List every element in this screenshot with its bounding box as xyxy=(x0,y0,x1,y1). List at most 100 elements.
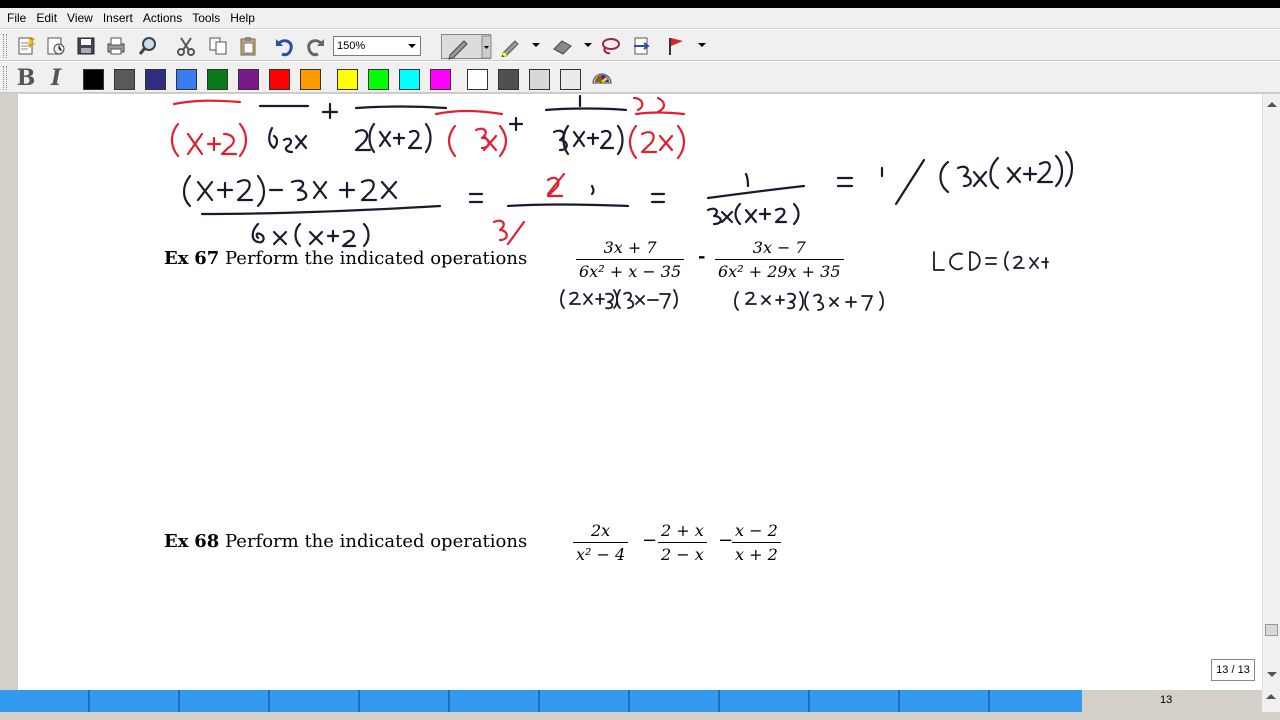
paste-icon[interactable] xyxy=(236,34,260,58)
ex68-fraction-1: 2x x² − 4 xyxy=(573,521,629,564)
menu-view[interactable]: View xyxy=(62,9,98,27)
new-page-icon[interactable] xyxy=(14,34,38,58)
ink-black-strokes-row2 xyxy=(182,150,1074,248)
page-tab[interactable] xyxy=(720,690,810,712)
zoom-select[interactable]: 150% xyxy=(333,36,421,56)
bold-button[interactable]: B xyxy=(14,65,38,91)
color-swatch[interactable] xyxy=(176,69,197,90)
app-window: File Edit View Insert Actions Tools Help xyxy=(0,8,1280,720)
color-swatch[interactable] xyxy=(498,69,519,90)
ex67-number: 67 xyxy=(194,248,220,269)
undo-icon[interactable] xyxy=(272,34,296,58)
print-icon[interactable] xyxy=(104,34,128,58)
vertical-scrollbar[interactable] xyxy=(1262,94,1280,694)
highlighter-icon[interactable] xyxy=(498,34,522,58)
toolbar-grip[interactable] xyxy=(3,66,7,90)
redo-icon[interactable] xyxy=(304,34,328,58)
color-swatch[interactable] xyxy=(560,69,581,90)
menu-bar: File Edit View Insert Actions Tools Help xyxy=(0,8,1280,28)
pen-tool-button[interactable] xyxy=(441,34,492,60)
ex68-fraction-3: x − 2 x + 2 xyxy=(732,521,781,564)
page-sorter-strip: 13 xyxy=(0,690,1280,720)
scroll-down-icon[interactable] xyxy=(1267,672,1277,677)
toolbar-grip[interactable] xyxy=(3,34,7,58)
scrollbar-thumb[interactable] xyxy=(1265,624,1278,636)
color-swatch[interactable] xyxy=(300,69,321,90)
page-indicator: 13 / 13 xyxy=(1211,659,1255,681)
italic-button[interactable]: I xyxy=(44,65,68,91)
find-icon[interactable] xyxy=(136,34,160,58)
ex68-number: 68 xyxy=(194,531,220,552)
page-tab[interactable] xyxy=(360,690,450,712)
color-swatch[interactable] xyxy=(269,69,290,90)
page-tab[interactable] xyxy=(90,690,180,712)
ex67-fraction-2: 3x − 7 6x² + 29x + 35 xyxy=(715,238,844,281)
ink-black-strokes-row1 xyxy=(258,94,628,156)
page-tab[interactable] xyxy=(900,690,990,712)
color-swatch[interactable] xyxy=(399,69,420,90)
copy-icon[interactable] xyxy=(206,34,230,58)
color-swatch[interactable] xyxy=(430,69,451,90)
color-swatch[interactable] xyxy=(337,69,358,90)
ex68-text: Perform the indicated operations xyxy=(224,531,528,552)
ex67-text: Perform the indicated operations xyxy=(224,248,528,269)
cut-icon[interactable] xyxy=(174,34,198,58)
color-swatch[interactable] xyxy=(83,69,104,90)
color-swatch[interactable] xyxy=(145,69,166,90)
menu-edit[interactable]: Edit xyxy=(31,9,62,27)
page-tab[interactable] xyxy=(540,690,630,712)
color-swatch[interactable] xyxy=(467,69,488,90)
color-swatch[interactable] xyxy=(114,69,135,90)
main-toolbar: 150% xyxy=(0,29,1280,61)
lasso-icon[interactable] xyxy=(598,34,622,58)
ex68-frac3-denominator: x + 2 xyxy=(735,545,778,564)
menu-file[interactable]: File xyxy=(2,9,31,27)
left-gutter xyxy=(0,94,18,694)
page-tab[interactable] xyxy=(180,690,270,712)
ex68-frac1-numerator: 2x xyxy=(591,521,611,540)
ex68-frac1-denominator: x² − 4 xyxy=(576,545,626,564)
page-number: 13 xyxy=(1160,694,1173,706)
eraser-icon[interactable] xyxy=(550,34,574,58)
menu-tools[interactable]: Tools xyxy=(187,9,225,27)
strip-scroll-button[interactable] xyxy=(1262,690,1280,712)
color-swatch[interactable] xyxy=(529,69,550,90)
scroll-up-icon[interactable] xyxy=(1267,102,1277,107)
ex67-statement: Ex 67 Perform the indicated operations xyxy=(164,248,527,269)
eraser-dropdown[interactable] xyxy=(584,43,592,47)
menu-actions[interactable]: Actions xyxy=(138,9,187,27)
page-tab[interactable] xyxy=(810,690,900,712)
ex67-frac2-denominator: 6x² + 29x + 35 xyxy=(718,262,841,281)
save-icon[interactable] xyxy=(74,34,98,58)
color-palette-icon[interactable] xyxy=(590,66,614,90)
ex67-frac2-numerator: 3x − 7 xyxy=(752,238,806,257)
page-tab[interactable] xyxy=(0,690,90,712)
color-swatch[interactable] xyxy=(238,69,259,90)
color-swatch[interactable] xyxy=(207,69,228,90)
format-toolbar: B I xyxy=(0,61,1280,93)
highlighter-dropdown[interactable] xyxy=(532,43,540,47)
menu-help[interactable]: Help xyxy=(225,9,260,27)
scroll-up-icon[interactable] xyxy=(1266,694,1276,699)
insert-space-icon[interactable] xyxy=(630,34,654,58)
page-tab[interactable] xyxy=(450,690,540,712)
ex67-operator: - xyxy=(698,246,706,267)
flag-icon[interactable] xyxy=(664,34,688,58)
ex68-label: Ex xyxy=(164,531,189,552)
ex68-fraction-2: 2 + x 2 − x xyxy=(658,521,707,564)
ink-red-strokes-row2 xyxy=(492,172,566,246)
page-tab[interactable] xyxy=(990,690,1082,712)
menu-insert[interactable]: Insert xyxy=(98,9,138,27)
ex68-operator-1: − xyxy=(642,530,658,551)
ex68-frac2-numerator: 2 + x xyxy=(661,521,704,540)
ex68-statement: Ex 68 Perform the indicated operations xyxy=(164,531,527,552)
screen-capture-icon[interactable] xyxy=(44,34,68,58)
ex67-frac1-numerator: 3x + 7 xyxy=(603,238,657,257)
document-page[interactable]: Ex 67 Perform the indicated operations 3… xyxy=(18,94,1262,694)
ex67-fraction-1: 3x + 7 6x² + x − 35 xyxy=(576,238,685,281)
ex68-frac2-denominator: 2 − x xyxy=(661,545,704,564)
flag-dropdown[interactable] xyxy=(698,43,706,47)
page-tab[interactable] xyxy=(630,690,720,712)
color-swatch[interactable] xyxy=(368,69,389,90)
page-tab[interactable] xyxy=(270,690,360,712)
